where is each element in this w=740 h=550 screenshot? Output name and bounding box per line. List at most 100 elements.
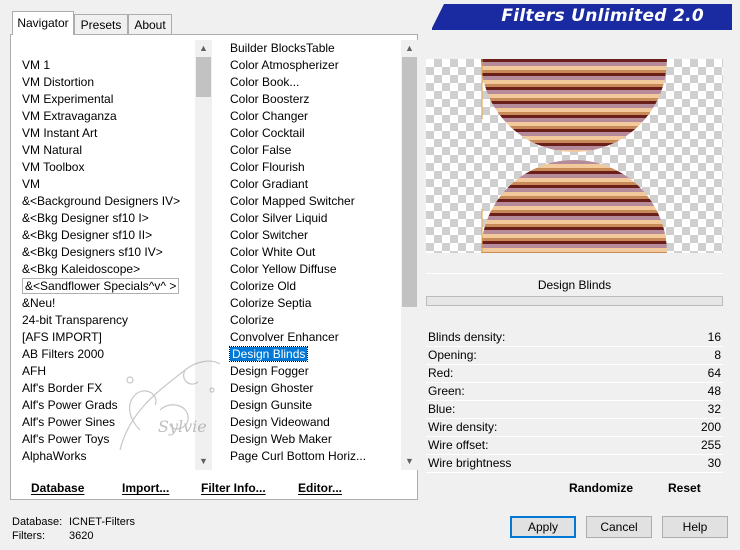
category-list-item[interactable]: VM 1	[20, 57, 195, 74]
param-row[interactable]: Wire brightness 30	[426, 454, 723, 473]
filter-list-item[interactable]: Colorize Old	[228, 278, 401, 295]
category-list-item[interactable]: VM Experimental	[20, 91, 195, 108]
filter-list-item[interactable]: Color Book...	[228, 74, 401, 91]
filter-list-item[interactable]: Color Switcher	[228, 227, 401, 244]
filter-list-item[interactable]: Color Gradiant	[228, 176, 401, 193]
filter-label: Color Silver Liquid	[230, 211, 328, 225]
filter-list-item[interactable]: Color Cocktail	[228, 125, 401, 142]
param-row[interactable]: Green: 48	[426, 382, 723, 401]
filter-list-item[interactable]: Builder BlocksTable	[228, 40, 401, 57]
param-label: Green:	[428, 384, 465, 398]
category-list-item[interactable]: &Neu!	[20, 295, 195, 312]
category-label: VM Toolbox	[22, 160, 85, 174]
reset-button[interactable]: Reset	[668, 478, 701, 498]
filter-label: Page Curl Bottom Vertical	[230, 466, 367, 468]
category-list-item[interactable]: VM	[20, 176, 195, 193]
param-label: Opening:	[428, 348, 477, 362]
filter-scroll-thumb[interactable]	[402, 57, 417, 307]
category-list-item[interactable]: 24-bit Transparency	[20, 312, 195, 329]
filter-list-item[interactable]: Color Atmospherizer	[228, 57, 401, 74]
filter-list-scrollbar[interactable]: ▲ ▼	[401, 40, 418, 470]
filter-preview	[426, 59, 723, 253]
scroll-down-icon[interactable]: ▼	[401, 453, 418, 470]
filter-list-item[interactable]: Colorize Septia	[228, 295, 401, 312]
category-label: &<Sandflower Specials^v^ >	[22, 278, 180, 294]
filter-list-item[interactable]: Color White Out	[228, 244, 401, 261]
filter-list-item[interactable]: Design Web Maker	[228, 431, 401, 448]
filter-list-item[interactable]: Page Curl Bottom Horiz...	[228, 448, 401, 465]
filter-list-item[interactable]: Color Silver Liquid	[228, 210, 401, 227]
category-label: VM Distortion	[22, 75, 95, 89]
category-list-item[interactable]: VM Extravaganza	[20, 108, 195, 125]
filter-list-item[interactable]: Color Mapped Switcher	[228, 193, 401, 210]
editor-button[interactable]: Editor...	[298, 478, 342, 498]
watermark-flourish: Sylvie	[119, 360, 221, 451]
param-value: 8	[714, 348, 721, 362]
tab-presets[interactable]: Presets	[74, 14, 128, 34]
category-list-item[interactable]: VM Toolbox	[20, 159, 195, 176]
category-list-item[interactable]: VM Natural	[20, 142, 195, 159]
filter-list-item[interactable]: Design Ghoster	[228, 380, 401, 397]
scroll-up-icon[interactable]: ▲	[401, 40, 418, 57]
param-row[interactable]: Opening: 8	[426, 346, 723, 365]
category-list-item[interactable]: &<Sandflower Specials^v^ >	[20, 278, 195, 295]
param-row[interactable]: Wire density: 200	[426, 418, 723, 437]
category-list-item[interactable]: [AFS IMPORT]	[20, 329, 195, 346]
category-scroll-thumb[interactable]	[196, 57, 211, 97]
apply-button[interactable]: Apply	[510, 516, 576, 538]
category-label: [AFS IMPORT]	[22, 330, 102, 344]
filter-list-item[interactable]: Color Yellow Diffuse	[228, 261, 401, 278]
category-label: AlphaWorks	[22, 449, 87, 463]
category-list-item[interactable]: VM Distortion	[20, 74, 195, 91]
category-list-item[interactable]: Andrew's Filter Collection 55	[20, 465, 195, 467]
filter-label: Color Book...	[230, 75, 300, 89]
category-list-item[interactable]: &<Background Designers IV>	[20, 193, 195, 210]
param-row[interactable]: Red: 64	[426, 364, 723, 383]
param-row[interactable]: Blue: 32	[426, 400, 723, 419]
category-list-item[interactable]: &<Bkg Designer sf10 II>	[20, 227, 195, 244]
filter-list-item[interactable]: Color Changer	[228, 108, 401, 125]
database-value: ICNET-Filters	[69, 516, 135, 528]
param-row[interactable]: Blinds density: 16	[426, 328, 723, 347]
randomize-button[interactable]: Randomize	[569, 478, 633, 498]
filter-list-item[interactable]: Color Flourish	[228, 159, 401, 176]
filter-list-item[interactable]: Color Boosterz	[228, 91, 401, 108]
filter-list-item[interactable]: Design Fogger	[228, 363, 401, 380]
category-list-item[interactable]: VM Instant Art	[20, 125, 195, 142]
database-button[interactable]: Database	[31, 478, 84, 498]
filter-label: Colorize Old	[230, 279, 297, 293]
filter-list-item[interactable]: Design Blinds	[228, 346, 401, 363]
filter-list-item[interactable]: Colorize	[228, 312, 401, 329]
filter-label: Colorize	[230, 313, 275, 327]
category-label: &<Background Designers IV>	[22, 194, 181, 208]
filter-label: Design Fogger	[230, 364, 309, 378]
category-list-item[interactable]: &<Bkg Designers sf10 IV>	[20, 244, 195, 261]
param-row[interactable]: Wire offset: 255	[426, 436, 723, 455]
help-button[interactable]: Help	[662, 516, 728, 538]
filter-label: Color Cocktail	[230, 126, 305, 140]
filter-label: Color Gradiant	[230, 177, 309, 191]
filter-label: Color Yellow Diffuse	[230, 262, 337, 276]
filter-list-item[interactable]: Convolver Enhancer	[228, 329, 401, 346]
filter-list-item[interactable]: Design Videowand	[228, 414, 401, 431]
category-label: VM 1	[22, 58, 51, 72]
cancel-button[interactable]: Cancel	[586, 516, 652, 538]
category-label: VM Extravaganza	[22, 109, 117, 123]
filter-label: Design Blinds	[228, 346, 309, 362]
filter-list-item[interactable]: Design Gunsite	[228, 397, 401, 414]
category-list-item[interactable]: &<Bkg Designer sf10 I>	[20, 210, 195, 227]
filter-list-item[interactable]: Page Curl Bottom Vertical	[228, 465, 401, 468]
category-label: AB Filters 2000	[22, 347, 105, 361]
category-label: &<Bkg Designers sf10 IV>	[22, 245, 163, 259]
tab-navigator[interactable]: Navigator	[12, 11, 74, 35]
scroll-up-icon[interactable]: ▲	[195, 40, 212, 57]
filter-list[interactable]: Builder BlocksTable Color Atmospherizer Co…	[228, 40, 401, 468]
category-label: Alf's Border FX	[22, 381, 103, 395]
filter-list-item[interactable]: Color False	[228, 142, 401, 159]
filter-info-button[interactable]: Filter Info...	[201, 478, 266, 498]
tab-about[interactable]: About	[128, 14, 172, 34]
category-list-item[interactable]: &<Bkg Kaleidoscope>	[20, 261, 195, 278]
import-button[interactable]: Import...	[122, 478, 169, 498]
category-label: Andrew's Filter Collection 55	[22, 466, 174, 467]
watermark-text: Sylvie	[158, 417, 207, 436]
